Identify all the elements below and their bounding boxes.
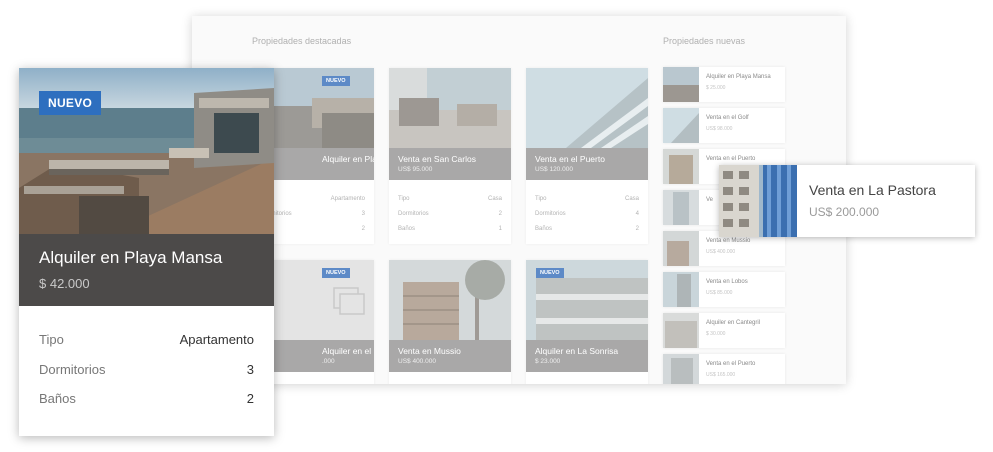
featured-property-card[interactable]: NUEVO Alquiler en Playa Mansa $ 42.000 T… bbox=[19, 68, 274, 436]
card-title: Venta en Mussio bbox=[398, 346, 461, 356]
property-title: Alquiler en Playa Mansa bbox=[39, 248, 223, 267]
list-item-title: Alquiler en Playa Mansa bbox=[706, 74, 771, 80]
new-badge: NUEVO bbox=[322, 268, 350, 278]
list-item[interactable]: Venta en el Golf US$ 98.000 bbox=[663, 108, 785, 143]
card-price: $ 23.000 bbox=[535, 358, 561, 365]
new-badge: NUEVO bbox=[39, 91, 102, 115]
property-thumb bbox=[663, 313, 699, 348]
property-thumb bbox=[663, 354, 699, 384]
card-title: Venta en San Carlos bbox=[398, 154, 476, 164]
list-item[interactable]: Alquiler en Cantegril $ 30.000 bbox=[663, 313, 785, 348]
property-photo bbox=[389, 68, 511, 148]
property-thumb bbox=[663, 272, 699, 307]
property-price: $ 42.000 bbox=[39, 276, 90, 291]
spec-row: Baños 1 bbox=[398, 226, 502, 232]
property-thumb bbox=[719, 165, 797, 237]
property-photo bbox=[526, 68, 648, 148]
spec-label: Tipo bbox=[39, 332, 64, 347]
list-item-title: Venta en el Puerto bbox=[706, 156, 756, 162]
list-item-price: US$ 98.000 bbox=[706, 126, 733, 132]
list-item-title: Alquiler en Cantegril bbox=[706, 320, 761, 326]
card-title: Alquiler en el Puerto bbox=[322, 346, 374, 356]
grid-card[interactable]: Venta en San Carlos US$ 95.000 Tipo Casa … bbox=[389, 68, 511, 244]
list-item-title: Venta en el Puerto bbox=[706, 361, 756, 367]
card-price: US$ 400.000 bbox=[398, 358, 436, 365]
card-band: Venta en el Puerto US$ 120.000 bbox=[526, 148, 648, 180]
card-title: Venta en el Puerto bbox=[535, 154, 605, 164]
spec-row: Dormitorios 3 bbox=[261, 211, 365, 217]
list-item[interactable]: Alquiler en Playa Mansa $ 25.000 bbox=[663, 67, 785, 102]
list-item-price: $ 30.000 bbox=[706, 331, 726, 337]
spec-row-dormitorios: Dormitorios 3 bbox=[39, 362, 254, 377]
spec-row: Dormitorios 4 bbox=[535, 211, 639, 217]
grid-card[interactable]: Venta en Mussio US$ 400.000 bbox=[389, 260, 511, 384]
property-thumb bbox=[663, 108, 699, 143]
property-photo bbox=[389, 260, 511, 340]
spec-row: Tipo Casa bbox=[398, 196, 502, 202]
new-section-title: Propiedades nuevas bbox=[663, 36, 746, 46]
card-price: .000 bbox=[322, 358, 335, 365]
featured-section-title: Propiedades destacadas bbox=[252, 36, 352, 46]
list-item[interactable]: Venta en Lobos US$ 85.000 bbox=[663, 272, 785, 307]
card-band: Alquiler en La Sonrisa $ 23.000 bbox=[526, 340, 648, 372]
spec-value: 3 bbox=[246, 362, 254, 377]
list-item-price: US$ 200.000 bbox=[809, 205, 880, 219]
card-title-band: Alquiler en Playa Mansa $ 42.000 bbox=[19, 234, 274, 306]
spec-row-banos: Baños 2 bbox=[39, 391, 254, 406]
list-item-price: US$ 400.000 bbox=[706, 249, 736, 255]
property-thumb bbox=[663, 231, 699, 266]
new-badge: NUEVO bbox=[322, 76, 350, 86]
list-item-price: US$ 165.000 bbox=[706, 372, 736, 378]
spec-label: Dormitorios bbox=[39, 362, 106, 377]
list-item-title: Venta en Lobos bbox=[706, 279, 748, 285]
card-band: Venta en San Carlos US$ 95.000 bbox=[389, 148, 511, 180]
spec-row: 2 bbox=[361, 226, 365, 232]
card-price: US$ 95.000 bbox=[398, 166, 433, 173]
card-band: Venta en Mussio US$ 400.000 bbox=[389, 340, 511, 372]
list-item-title: Venta en Mussio bbox=[706, 238, 751, 244]
spec-label: Baños bbox=[39, 391, 76, 406]
property-thumb bbox=[663, 67, 699, 102]
hovered-list-item[interactable]: Venta en La Pastora US$ 200.000 bbox=[719, 165, 975, 237]
spec-row: Apartamento bbox=[330, 196, 365, 202]
spec-value: 2 bbox=[246, 391, 254, 406]
grid-card[interactable]: NUEVO Alquiler en La Sonrisa $ 23.000 bbox=[526, 260, 648, 384]
grid-card[interactable]: Venta en el Puerto US$ 120.000 Tipo Casa … bbox=[526, 68, 648, 244]
property-thumb bbox=[663, 190, 699, 225]
list-item[interactable]: Venta en el Puerto US$ 165.000 bbox=[663, 354, 785, 384]
spec-row: Dormitorios 2 bbox=[398, 211, 502, 217]
card-title: Alquiler en Playa Mansa bbox=[322, 154, 374, 164]
list-item-title: Ve bbox=[706, 197, 714, 203]
spec-value: Apartamento bbox=[179, 332, 254, 347]
card-title: Alquiler en La Sonrisa bbox=[535, 346, 619, 356]
spec-row: Baños 2 bbox=[535, 226, 639, 232]
card-price: US$ 120.000 bbox=[535, 166, 573, 173]
new-badge: NUEVO bbox=[536, 268, 564, 278]
list-item-title: Venta en el Golf bbox=[706, 115, 749, 121]
property-thumb bbox=[663, 149, 699, 184]
spec-row-tipo: Tipo Apartamento bbox=[39, 332, 254, 347]
list-item-price: US$ 85.000 bbox=[706, 290, 733, 296]
list-item-price: $ 25.000 bbox=[706, 85, 726, 91]
list-item-title: Venta en La Pastora bbox=[809, 182, 936, 198]
spec-row: Tipo Casa bbox=[535, 196, 639, 202]
